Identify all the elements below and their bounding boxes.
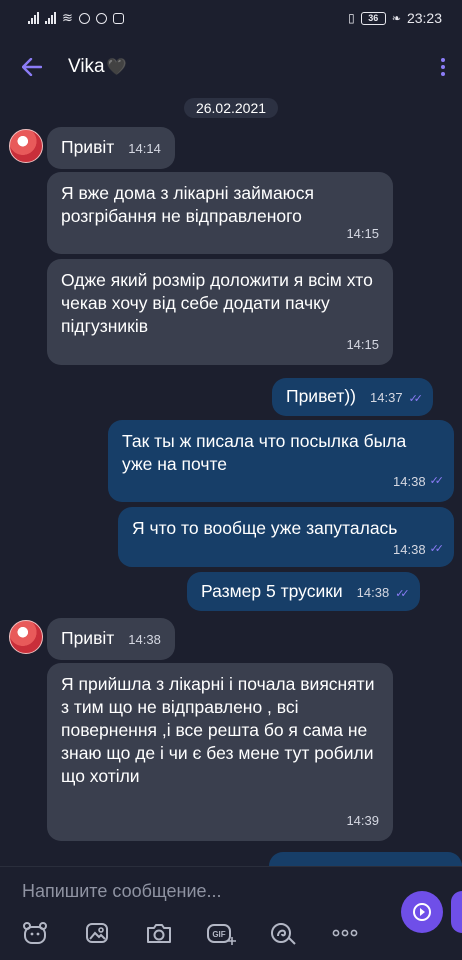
composer: Напишите сообщение... GIF xyxy=(0,866,462,960)
more-horizontal-icon[interactable] xyxy=(324,917,366,949)
message-time: 14:15 xyxy=(346,337,379,352)
message-incoming[interactable]: Одже який розмір доложити я всім хто чек… xyxy=(47,259,393,365)
signal-icon xyxy=(28,12,39,24)
message-text: Привіт xyxy=(61,137,115,157)
status-bar: ≋ ▯ 36 ❧ 23:23 xyxy=(0,0,462,36)
avatar[interactable] xyxy=(9,129,43,163)
sticker-icon[interactable] xyxy=(14,917,56,949)
gif-icon[interactable]: GIF xyxy=(200,917,242,949)
message-time: 14:14 xyxy=(128,141,161,156)
message-text: Я что то вообще уже запуталась xyxy=(132,518,398,538)
message-outgoing[interactable]: Я что то вообще уже запуталась 14:38 ✓✓ xyxy=(118,507,454,567)
leaf-icon: ❧ xyxy=(391,12,401,25)
battery-level: 36 xyxy=(368,13,379,23)
message-time: 14:38 xyxy=(128,632,161,647)
facebook-icon xyxy=(95,12,107,24)
gallery-icon[interactable] xyxy=(76,917,118,949)
composer-toolbar: GIF xyxy=(14,917,366,949)
send-button-edge xyxy=(451,891,462,933)
battery-icon: 36 xyxy=(360,11,386,25)
signal-icon xyxy=(45,12,56,24)
message-input[interactable]: Напишите сообщение... xyxy=(22,881,382,909)
status-time: 23:23 xyxy=(406,10,442,26)
message-time: 14:38 xyxy=(393,474,426,489)
message-time: 14:15 xyxy=(346,226,379,241)
send-icon[interactable] xyxy=(401,891,443,933)
arrow-left-icon[interactable] xyxy=(18,53,46,81)
message-incoming[interactable]: Я прийшла з лікарні і почала виясняти з … xyxy=(47,663,393,841)
message-outgoing[interactable]: Размер 5 трусики 14:38 ✓✓ xyxy=(187,572,420,611)
message-text: Размер 5 трусики xyxy=(201,581,343,601)
vibrate-icon: ▯ xyxy=(348,11,355,25)
double-check-icon: ✓✓ xyxy=(429,543,445,555)
more-vertical-icon[interactable] xyxy=(440,58,446,76)
wifi-icon: ≋ xyxy=(62,10,73,25)
message-outgoing[interactable]: Так ты ж писала что посылка была уже на … xyxy=(108,420,454,502)
message-text: Одже який розмір доложити я всім хто чек… xyxy=(61,270,373,336)
date-separator: 26.02.2021 xyxy=(184,98,278,118)
camera-icon[interactable] xyxy=(138,917,180,949)
avatar[interactable] xyxy=(9,620,43,654)
message-time: 14:38 xyxy=(393,542,426,557)
double-check-icon: ✓✓ xyxy=(429,475,445,487)
message-time: 14:39 xyxy=(346,813,379,828)
message-incoming[interactable]: Привіт 14:38 xyxy=(47,618,175,660)
status-icons-right: ▯ 36 ❧ 23:23 xyxy=(348,10,442,26)
double-check-icon: ✓✓ xyxy=(408,393,424,405)
message-incoming[interactable]: Я вже дома з лікарні займаюся розгрібанн… xyxy=(47,172,393,254)
message-text: Я прийшла з лікарні і почала виясняти з … xyxy=(61,674,375,786)
message-outgoing[interactable]: Привет)) 14:37 ✓✓ xyxy=(272,378,433,416)
instagram-icon xyxy=(112,12,124,24)
message-incoming[interactable]: Привіт 14:14 xyxy=(47,127,175,169)
svg-text:GIF: GIF xyxy=(212,930,225,939)
double-check-icon: ✓✓ xyxy=(395,588,410,600)
message-text: Привіт xyxy=(61,628,115,648)
viber-icon xyxy=(78,12,90,24)
chat-header: Vika 🖤 xyxy=(0,36,462,98)
message-time: 14:38 xyxy=(356,585,390,600)
doodle-icon[interactable] xyxy=(262,917,304,949)
message-outgoing-partial[interactable] xyxy=(269,852,462,866)
status-icons-left: ≋ xyxy=(28,10,124,26)
message-list[interactable]: 26.02.2021 Привіт 14:14 Я вже дома з лік… xyxy=(0,98,462,866)
message-text: Я вже дома з лікарні займаюся розгрібанн… xyxy=(61,183,315,226)
message-text: Привет)) xyxy=(286,386,357,406)
heart-emoji: 🖤 xyxy=(106,59,127,76)
contact-name[interactable]: Vika xyxy=(68,56,105,78)
message-time: 14:37 xyxy=(370,390,403,405)
